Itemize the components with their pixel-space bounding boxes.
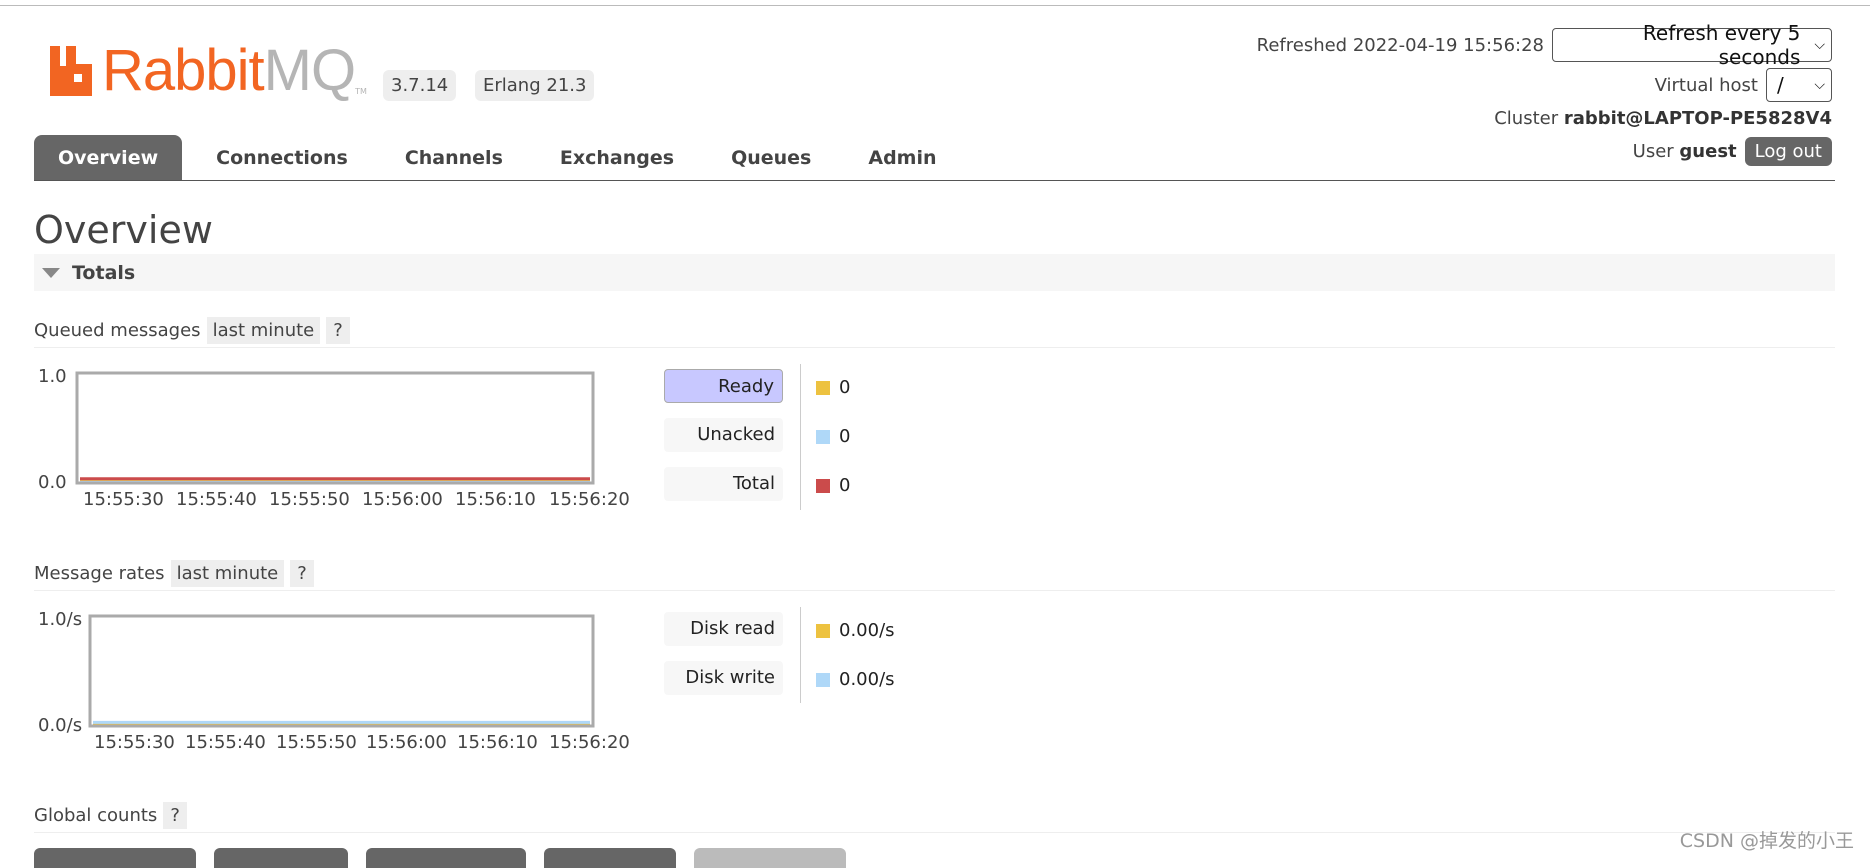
count-tile[interactable] [34, 848, 196, 868]
tab-queues[interactable]: Queues [708, 135, 834, 180]
disk-write-color-swatch [816, 672, 830, 687]
x-tick-label: 15:55:40 [185, 732, 266, 753]
rabbitmq-logo[interactable]: RabbitMQ TM [50, 42, 367, 100]
virtual-host-select[interactable]: / ⌵ [1766, 68, 1832, 102]
virtual-host-label: Virtual host [1654, 74, 1758, 96]
legend-disk-write-button[interactable]: Disk write [664, 661, 783, 695]
legend-disk-write-value: 0.00/s [816, 669, 895, 690]
y-tick-label: 1.0/s [38, 609, 82, 630]
rates-legend-buttons: Disk read Disk write [664, 612, 783, 710]
chevron-down-icon: ⌵ [1814, 77, 1825, 93]
cluster-name: rabbit@LAPTOP-PE5828V4 [1563, 108, 1832, 129]
rates-help-button[interactable]: ? [290, 559, 314, 587]
rabbitmq-logo-icon [50, 46, 92, 96]
watermark-text: CSDN @掉发的小王 [1679, 830, 1854, 852]
cluster-label: Cluster [1494, 108, 1559, 129]
global-count-tiles [34, 848, 864, 868]
global-counts-label: Global counts [34, 804, 158, 826]
queued-legend-buttons: Ready Unacked Total [664, 369, 783, 516]
global-help-button[interactable]: ? [163, 801, 187, 829]
y-tick-label: 1.0 [38, 366, 67, 387]
x-tick-label: 15:55:50 [276, 732, 357, 753]
queued-help-button[interactable]: ? [326, 316, 350, 344]
logo-wordmark: RabbitMQ [102, 38, 356, 103]
global-counts-header: Global counts ? [34, 798, 1835, 833]
tab-overview[interactable]: Overview [34, 135, 183, 180]
ready-color-swatch [816, 380, 830, 395]
x-tick-label: 15:56:20 [549, 732, 630, 753]
queued-messages-header: Queued messages last minute ? [34, 313, 1835, 348]
tab-admin[interactable]: Admin [845, 135, 959, 180]
refresh-interval-select[interactable]: Refresh every 5 seconds ⌵ [1552, 21, 1832, 69]
totals-section-title: Totals [72, 261, 136, 284]
x-tick-label: 15:56:00 [362, 489, 443, 510]
tab-connections[interactable]: Connections [193, 135, 371, 180]
page-title: Overview [34, 208, 213, 252]
x-tick-label: 15:56:10 [455, 489, 536, 510]
x-tick-label: 15:56:10 [457, 732, 538, 753]
legend-unacked-value: 0 [816, 426, 850, 447]
tab-channels[interactable]: Channels [382, 135, 526, 180]
legend-unacked-button[interactable]: Unacked [664, 418, 783, 452]
main-nav-tabs: Overview Connections Channels Exchanges … [34, 132, 1835, 181]
version-badge: 3.7.14 [383, 70, 457, 101]
legend-divider [800, 607, 801, 703]
count-tile[interactable] [214, 848, 348, 868]
y-tick-label: 0.0/s [38, 715, 82, 736]
total-color-swatch [816, 478, 830, 493]
message-rates-chart: 1.0/s 0.0/s 15:55:30 15:55:40 15:55:50 15:5… [30, 605, 650, 761]
plot-area [88, 614, 595, 728]
legend-ready-button[interactable]: Ready [664, 369, 783, 403]
disk-read-color-swatch [816, 623, 830, 638]
x-tick-label: 15:55:30 [94, 732, 175, 753]
plot-area [75, 371, 595, 485]
legend-ready-value: 0 [816, 377, 850, 398]
logo-trademark: TM [355, 87, 367, 96]
legend-divider [800, 364, 801, 510]
queued-messages-chart: 1.0 0.0 15:55:30 15:55:40 15:55:50 15:56:00… [30, 362, 650, 518]
legend-total-value: 0 [816, 475, 850, 496]
chevron-down-icon: ⌵ [1814, 37, 1825, 53]
erlang-version-badge: Erlang 21.3 [475, 70, 595, 101]
legend-disk-read-value: 0.00/s [816, 620, 895, 641]
x-tick-label: 15:56:00 [366, 732, 447, 753]
x-tick-label: 15:55:50 [269, 489, 350, 510]
x-tick-label: 15:55:40 [176, 489, 257, 510]
x-tick-label: 15:55:30 [83, 489, 164, 510]
count-tile[interactable] [366, 848, 526, 868]
totals-section-toggle[interactable]: Totals [34, 254, 1835, 291]
y-tick-label: 0.0 [38, 472, 67, 493]
unacked-color-swatch [816, 429, 830, 444]
collapse-triangle-icon [42, 267, 60, 278]
legend-disk-read-button[interactable]: Disk read [664, 612, 783, 646]
message-rates-label: Message rates [34, 562, 165, 584]
rates-range-selector[interactable]: last minute [170, 559, 285, 587]
count-tile[interactable] [544, 848, 676, 868]
browser-top-border [0, 0, 1870, 6]
refreshed-timestamp: Refreshed 2022-04-19 15:56:28 [1256, 34, 1544, 56]
queued-messages-label: Queued messages [34, 319, 201, 341]
message-rates-header: Message rates last minute ? [34, 556, 1835, 591]
legend-total-button[interactable]: Total [664, 467, 783, 501]
x-tick-label: 15:56:20 [549, 489, 630, 510]
queued-range-selector[interactable]: last minute [206, 316, 321, 344]
count-tile[interactable] [694, 848, 846, 868]
tab-exchanges[interactable]: Exchanges [537, 135, 697, 180]
